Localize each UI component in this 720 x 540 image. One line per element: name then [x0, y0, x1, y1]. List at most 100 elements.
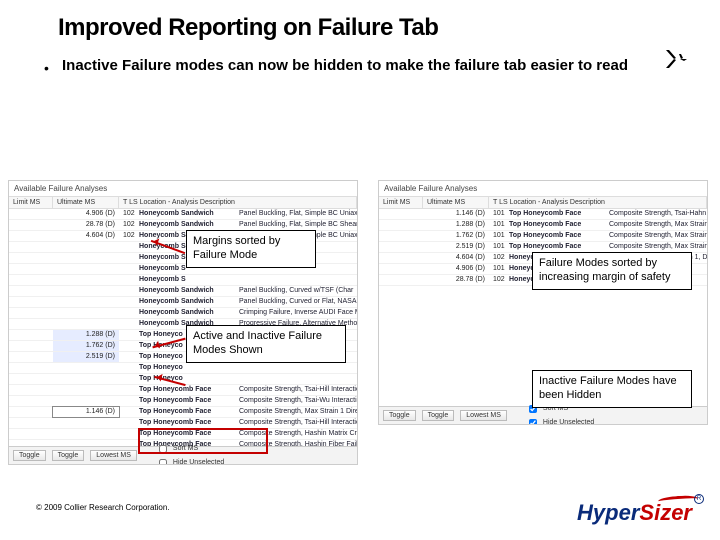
cell-limit — [9, 275, 53, 285]
cell-location: Top Honeycomb Face — [135, 407, 235, 417]
table-row[interactable]: Top Honeycomb FaceComposite Strength, Ts… — [9, 385, 357, 396]
cell-id: 102 — [119, 209, 135, 219]
cell-ultimate: 28.78 (D) — [53, 220, 119, 230]
cell-ultimate — [53, 396, 119, 406]
cell-id: 102 — [119, 220, 135, 230]
table-row[interactable]: 1.146 (D)101Top Honeycomb FaceComposite … — [379, 209, 707, 220]
cell-desc — [235, 374, 357, 384]
toggle-button[interactable]: Toggle — [13, 450, 46, 461]
cell-ultimate: 4.906 (D) — [423, 264, 489, 274]
cell-limit — [9, 407, 53, 417]
table-row[interactable]: 1.288 (D)101Top Honeycomb FaceComposite … — [379, 220, 707, 231]
cell-ultimate — [53, 275, 119, 285]
table-row[interactable]: 1.146 (D)Top Honeycomb FaceComposite Str… — [9, 407, 357, 418]
cell-id: 101 — [489, 264, 505, 274]
col-desc: T LS Location - Analysis Description — [119, 197, 357, 208]
cell-ultimate — [53, 429, 119, 439]
cell-id — [119, 253, 135, 263]
cell-desc: Panel Buckling, Flat, Simple BC Shear — [235, 220, 357, 230]
airplane-icon — [660, 48, 688, 70]
cell-ultimate: 28.78 (D) — [423, 275, 489, 285]
cell-ultimate: 4.604 (D) — [423, 253, 489, 263]
cell-location: Top Honeycomb Face — [505, 242, 605, 252]
cell-id: 102 — [119, 231, 135, 241]
cell-desc — [235, 363, 357, 373]
lowest-ms-button[interactable]: Lowest MS — [460, 410, 507, 421]
checkbox-icon[interactable] — [529, 419, 537, 426]
toggle-button[interactable]: Toggle — [422, 410, 455, 421]
copyright: © 2009 Collier Research Corporation. — [36, 503, 170, 512]
cell-ultimate — [53, 418, 119, 428]
cell-location: Honeycomb Sandwich — [135, 308, 235, 318]
cell-ultimate: 1.762 (D) — [53, 341, 119, 351]
table-row[interactable]: Top Honeycomb FaceComposite Strength, Ts… — [9, 396, 357, 407]
cell-ultimate — [53, 286, 119, 296]
cell-limit — [9, 341, 53, 351]
table-header: Limit MS Ultimate MS T LS Location - Ana… — [9, 197, 357, 209]
cell-desc: Composite Strength, Max Strain 1, Direc — [605, 220, 707, 230]
cell-desc — [235, 275, 357, 285]
cell-limit — [379, 242, 423, 252]
toggle-button[interactable]: Toggle — [383, 410, 416, 421]
cell-id: 101 — [489, 242, 505, 252]
cell-ultimate: 1.288 (D) — [53, 330, 119, 340]
cell-limit — [9, 385, 53, 395]
col-limit: Limit MS — [379, 197, 423, 208]
cell-location: Top Honeycomb Face — [135, 385, 235, 395]
bullet-dot: • — [44, 60, 49, 76]
cell-id: 101 — [489, 231, 505, 241]
checkbox-label: Hide Unselected — [173, 459, 224, 465]
table-row[interactable]: 4.906 (D)102Honeycomb SandwichPanel Buck… — [9, 209, 357, 220]
cell-id — [119, 330, 135, 340]
cell-ultimate — [53, 363, 119, 373]
table-row[interactable]: Honeycomb SandwichPanel Buckling, Curved… — [9, 286, 357, 297]
cell-ultimate — [53, 242, 119, 252]
cell-limit — [9, 418, 53, 428]
checkbox-label: Sort MS — [173, 445, 198, 452]
cell-id — [119, 275, 135, 285]
panel-footer: Toggle Toggle Lowest MS Sort MS Hide Uns… — [379, 406, 707, 424]
bullet-text: Inactive Failure modes can now be hidden… — [62, 56, 660, 76]
table-row[interactable]: Honeycomb S — [9, 275, 357, 286]
cell-ultimate: 2.519 (D) — [423, 242, 489, 252]
cell-location: Top Honeycomb Face — [505, 209, 605, 219]
cell-id — [119, 308, 135, 318]
cell-limit — [9, 297, 53, 307]
table-row[interactable]: Honeycomb SandwichPanel Buckling, Curved… — [9, 297, 357, 308]
checkbox-icon[interactable] — [159, 445, 167, 453]
col-ultimate: Ultimate MS — [423, 197, 489, 208]
cell-limit — [379, 264, 423, 274]
lowest-ms-button[interactable]: Lowest MS — [90, 450, 137, 461]
table-row[interactable]: Honeycomb SandwichCrimping Failure, Inve… — [9, 308, 357, 319]
table-header: Limit MS Ultimate MS T LS Location - Ana… — [379, 197, 707, 209]
table-row[interactable]: Top Honeycomb FaceComposite Strength, Ts… — [9, 418, 357, 429]
cell-ultimate — [53, 308, 119, 318]
cell-limit — [9, 319, 53, 329]
toggle-button[interactable]: Toggle — [52, 450, 85, 461]
cell-limit — [379, 275, 423, 285]
cell-desc: Panel Buckling, Flat, Simple BC Uniaxial… — [235, 209, 357, 219]
cell-location: Top Honeycomb Face — [135, 429, 235, 439]
cell-desc: Crimping Failure, Inverse AUDI Face Meth… — [235, 308, 357, 318]
col-ultimate: Ultimate MS — [53, 197, 119, 208]
cell-id — [119, 264, 135, 274]
hide-unselected-checkbox[interactable]: Hide Unselected — [525, 416, 594, 426]
cell-limit — [9, 374, 53, 384]
hide-unselected-checkbox[interactable]: Hide Unselected — [155, 456, 224, 466]
table-row[interactable]: Top Honeyco — [9, 363, 357, 374]
slide-title: Improved Reporting on Failure Tab — [58, 14, 438, 42]
panel-title: Available Failure Analyses — [379, 181, 707, 197]
cell-ultimate: 1.146 (D) — [423, 209, 489, 219]
cell-limit — [9, 352, 53, 362]
sort-ms-checkbox[interactable]: Sort MS — [155, 442, 224, 456]
cell-limit — [9, 396, 53, 406]
table-row[interactable]: 1.762 (D)101Top Honeycomb FaceComposite … — [379, 231, 707, 242]
col-desc: T LS Location - Analysis Description — [489, 197, 707, 208]
cell-ultimate: 4.604 (D) — [53, 231, 119, 241]
table-row[interactable]: Top Honeycomb FaceComposite Strength, Ha… — [9, 429, 357, 440]
cell-limit — [9, 308, 53, 318]
cell-id — [119, 396, 135, 406]
cell-ultimate — [53, 264, 119, 274]
checkbox-icon[interactable] — [159, 459, 167, 466]
cell-desc: Composite Strength, Tsai-Wu Interaction — [235, 396, 357, 406]
